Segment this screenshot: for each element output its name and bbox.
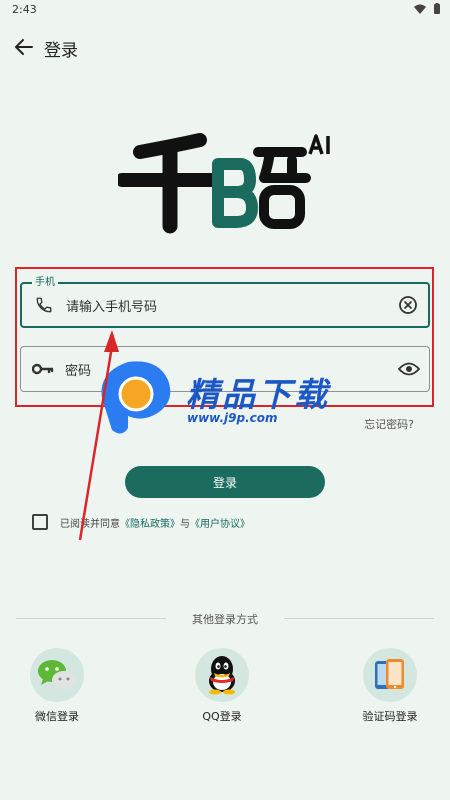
wechat-login-label: 微信登录 bbox=[35, 710, 79, 723]
forgot-password-link[interactable]: 忘记密码? bbox=[364, 416, 414, 432]
sms-phone-icon bbox=[363, 648, 417, 702]
watermark-title: 精品下载 bbox=[186, 375, 330, 414]
back-arrow-icon[interactable] bbox=[12, 36, 36, 58]
agreement-checkbox[interactable] bbox=[32, 514, 48, 530]
watermark-url: www.j9p.com bbox=[187, 411, 278, 425]
app-logo bbox=[118, 133, 330, 234]
privacy-policy-link[interactable]: 《隐私政策》 bbox=[120, 515, 180, 530]
agreement-connector: 与 bbox=[180, 518, 190, 530]
page-title: 登录 bbox=[44, 41, 78, 61]
agreement-row: 已阅读并同意 《隐私政策》 与 《用户协议》 bbox=[32, 514, 250, 530]
wechat-login-button[interactable]: 微信登录 bbox=[17, 648, 97, 724]
qq-login-label: QQ登录 bbox=[202, 710, 242, 723]
sms-code-login-button[interactable]: 验证码登录 bbox=[350, 648, 430, 724]
wechat-icon bbox=[30, 648, 84, 702]
qq-login-button[interactable]: QQ登录 bbox=[182, 648, 262, 724]
agreement-prefix: 已阅读并同意 bbox=[60, 518, 120, 530]
battery-icon bbox=[434, 3, 440, 14]
other-login-title: 其他登录方式 bbox=[192, 613, 258, 626]
status-icons bbox=[414, 3, 440, 14]
user-agreement-link[interactable]: 《用户协议》 bbox=[190, 515, 250, 530]
qq-icon bbox=[195, 648, 249, 702]
login-button[interactable]: 登录 bbox=[125, 466, 325, 498]
status-time: 2:43 bbox=[12, 3, 37, 16]
sms-code-login-label: 验证码登录 bbox=[362, 710, 418, 723]
watermark-logo bbox=[101, 361, 171, 434]
wifi-icon bbox=[414, 4, 426, 14]
